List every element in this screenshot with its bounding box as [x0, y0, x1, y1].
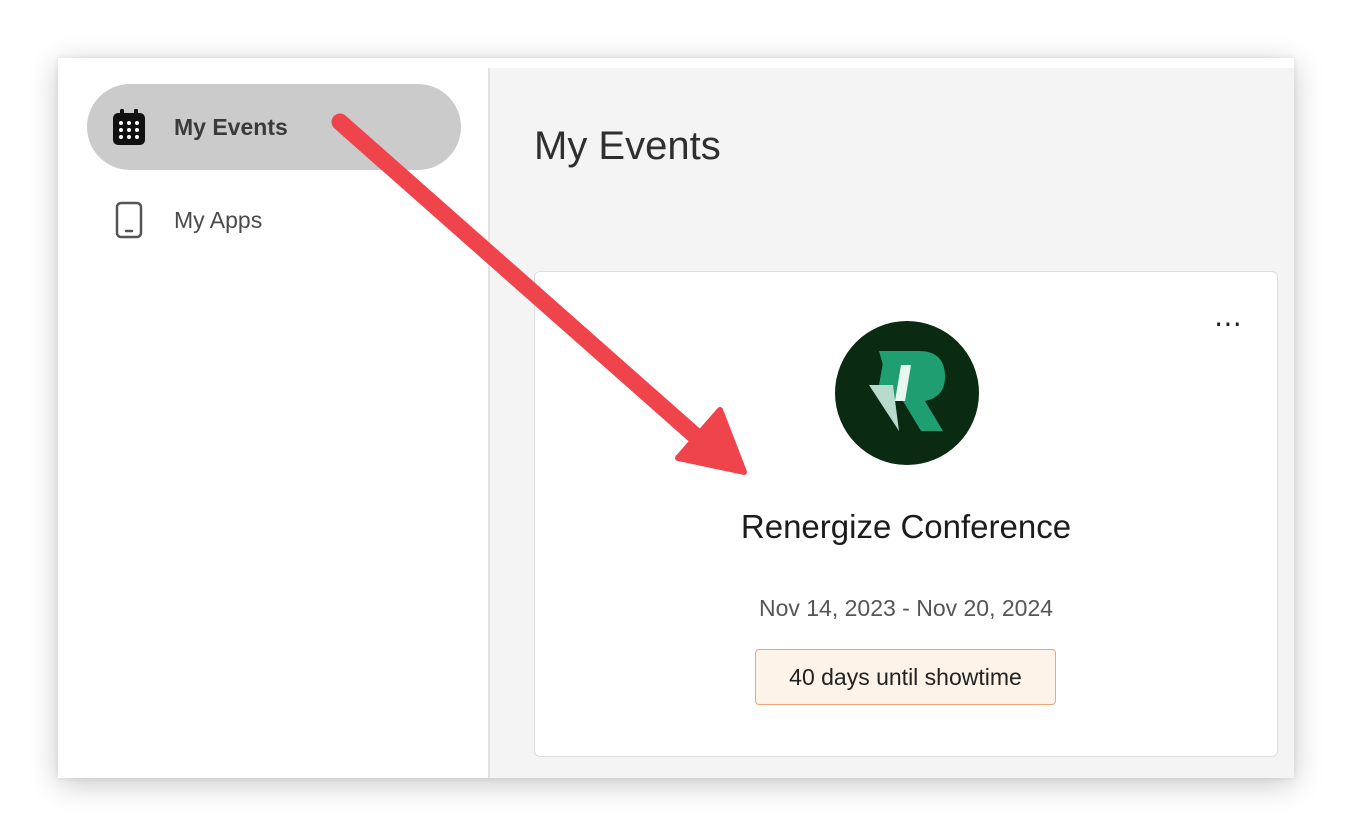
renergize-logo [835, 321, 979, 465]
event-dates: Nov 14, 2023 - Nov 20, 2024 [758, 595, 1054, 621]
app-window: My Events My Apps My Events ⋯ Renergize … [58, 58, 1294, 778]
calendar-icon [112, 107, 146, 147]
sidebar-item-label: My Apps [174, 206, 263, 233]
sidebar-item-my-events[interactable]: My Events [87, 84, 461, 170]
event-name: Renergize Conference [740, 508, 1072, 545]
page-title: My Events [534, 124, 721, 168]
sidebar: My Events My Apps [58, 58, 488, 778]
more-options-icon[interactable]: ⋯ [1209, 310, 1249, 342]
main-content: My Events ⋯ Renergize Conference Nov 14,… [490, 68, 1294, 778]
sidebar-item-my-apps[interactable]: My Apps [87, 177, 461, 263]
countdown-badge: 40 days until showtime [755, 649, 1056, 705]
event-card[interactable]: ⋯ Renergize Conference Nov 14, 2023 - No… [534, 271, 1278, 757]
sidebar-item-label: My Events [174, 113, 288, 140]
phone-icon [112, 200, 146, 240]
